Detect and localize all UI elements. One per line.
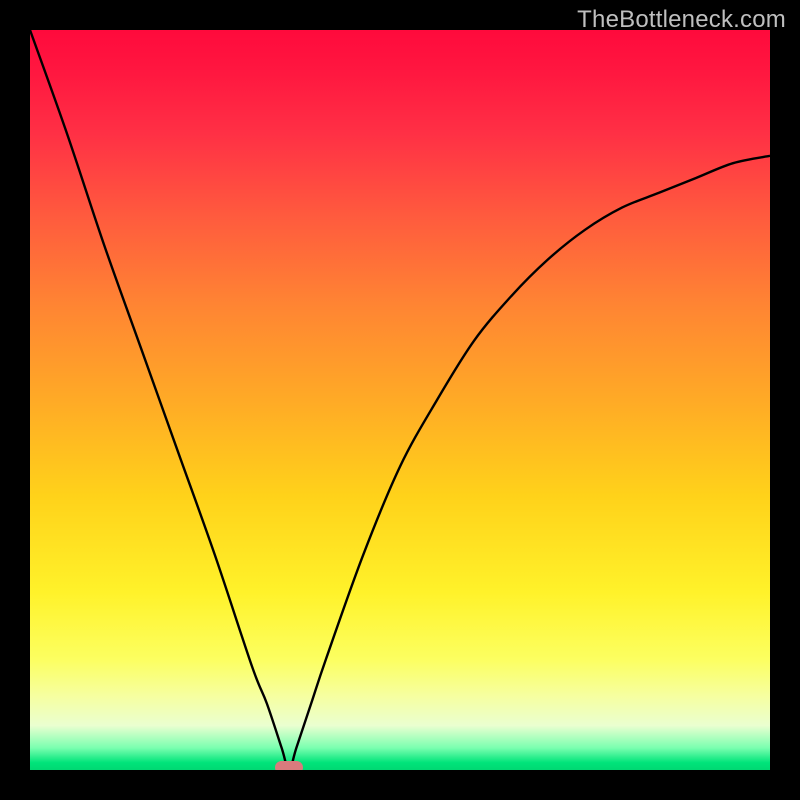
curve-path (30, 30, 770, 770)
plot-area (30, 30, 770, 770)
minimum-marker (275, 761, 303, 770)
bottleneck-curve (30, 30, 770, 770)
outer-frame: TheBottleneck.com (0, 0, 800, 800)
